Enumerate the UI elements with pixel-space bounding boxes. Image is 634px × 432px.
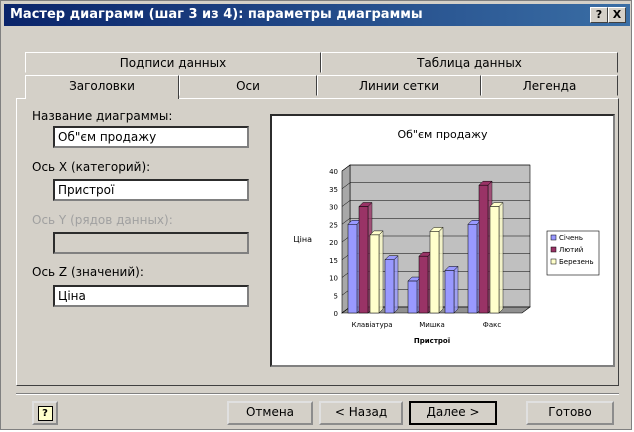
tab-data-labels[interactable]: Подписи данных <box>25 52 321 73</box>
tab-legend[interactable]: Легенда <box>481 75 618 96</box>
tab-gridlines[interactable]: Линии сетки <box>317 75 481 96</box>
next-button[interactable]: Далее > <box>409 401 497 425</box>
back-button[interactable]: < Назад <box>319 401 403 425</box>
help-icon: ? <box>37 406 53 421</box>
help-button[interactable]: ? <box>590 7 608 23</box>
close-button[interactable]: X <box>608 7 626 23</box>
tab-panel <box>16 98 619 386</box>
window-title: Мастер диаграмм (шаг 3 из 4): параметры … <box>10 7 423 22</box>
separator <box>16 393 619 395</box>
tab-data-table[interactable]: Таблица данных <box>321 52 618 73</box>
help-icon-button[interactable]: ? <box>32 401 58 425</box>
chart-wizard-dialog: Мастер диаграмм (шаг 3 из 4): параметры … <box>0 0 632 430</box>
finish-button[interactable]: Готово <box>526 401 614 425</box>
tab-axes[interactable]: Оси <box>179 75 317 96</box>
title-bar: Мастер диаграмм (шаг 3 из 4): параметры … <box>4 4 630 26</box>
tab-titles[interactable]: Заголовки <box>25 75 179 99</box>
cancel-button[interactable]: Отмена <box>227 401 313 425</box>
